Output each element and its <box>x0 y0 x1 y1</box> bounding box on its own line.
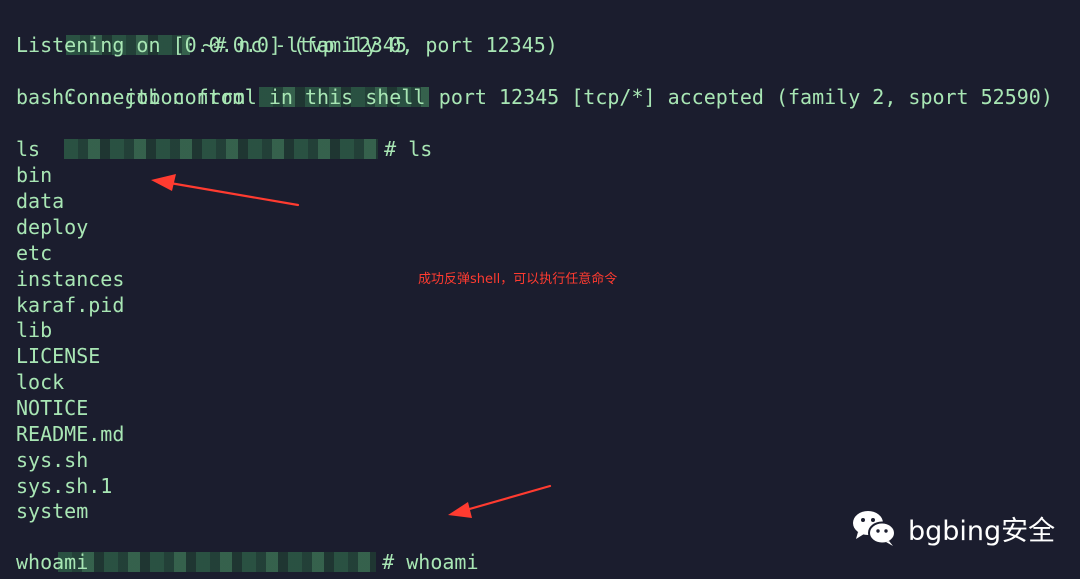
prompt-command: # whoami <box>382 550 479 574</box>
output-line: etc <box>16 241 53 265</box>
output-line: karaf.pid <box>16 293 125 317</box>
redacted-prompt <box>58 552 377 572</box>
output-line: sys.sh <box>16 448 89 472</box>
terminal-line-bash-warning: bash: no job control in this shell <box>16 85 426 109</box>
terminal-line-whoami-prompt: # whoami <box>10 523 479 574</box>
output-line: whoami <box>16 550 89 574</box>
arrow-to-whoami <box>448 484 552 518</box>
watermark: bgbing安全 <box>850 508 1055 548</box>
output-line: sys.sh.1 <box>16 474 113 498</box>
output-line: LICENSE <box>16 344 101 368</box>
annotation-text: 成功反弹shell，可以执行任意命令 <box>418 272 618 287</box>
watermark-text: bgbing安全 <box>908 515 1056 547</box>
redacted-prompt <box>64 139 379 159</box>
connection-details: port 12345 [tcp/*] accepted (family 2, s… <box>438 85 1053 109</box>
terminal-window[interactable]: ~# nc -ltvp 12345 Listening on [0.0.0.0]… <box>0 0 1080 579</box>
output-line: bin <box>16 163 53 187</box>
output-line: system <box>16 499 89 523</box>
output-line: data <box>16 189 65 213</box>
output-line: lock <box>16 370 65 394</box>
output-line: lib <box>16 318 53 342</box>
arrow-to-bin <box>151 174 300 207</box>
output-line: ls <box>16 137 41 161</box>
terminal-line-nc-command: ~# nc -ltvp 12345 <box>16 6 407 57</box>
output-line: instances <box>16 267 125 291</box>
output-line: NOTICE <box>16 396 89 420</box>
wechat-icon <box>853 511 896 546</box>
output-line: README.md <box>16 422 125 446</box>
terminal-line-ls-prompt: # ls <box>16 110 432 161</box>
prompt-command: # ls <box>384 137 433 161</box>
terminal-line-connection: Connection from port 12345 [tcp/*] accept… <box>16 58 1053 109</box>
output-line: deploy <box>16 215 89 239</box>
terminal-line-listening: Listening on [0.0.0.0] (family 0, port 1… <box>16 33 558 57</box>
